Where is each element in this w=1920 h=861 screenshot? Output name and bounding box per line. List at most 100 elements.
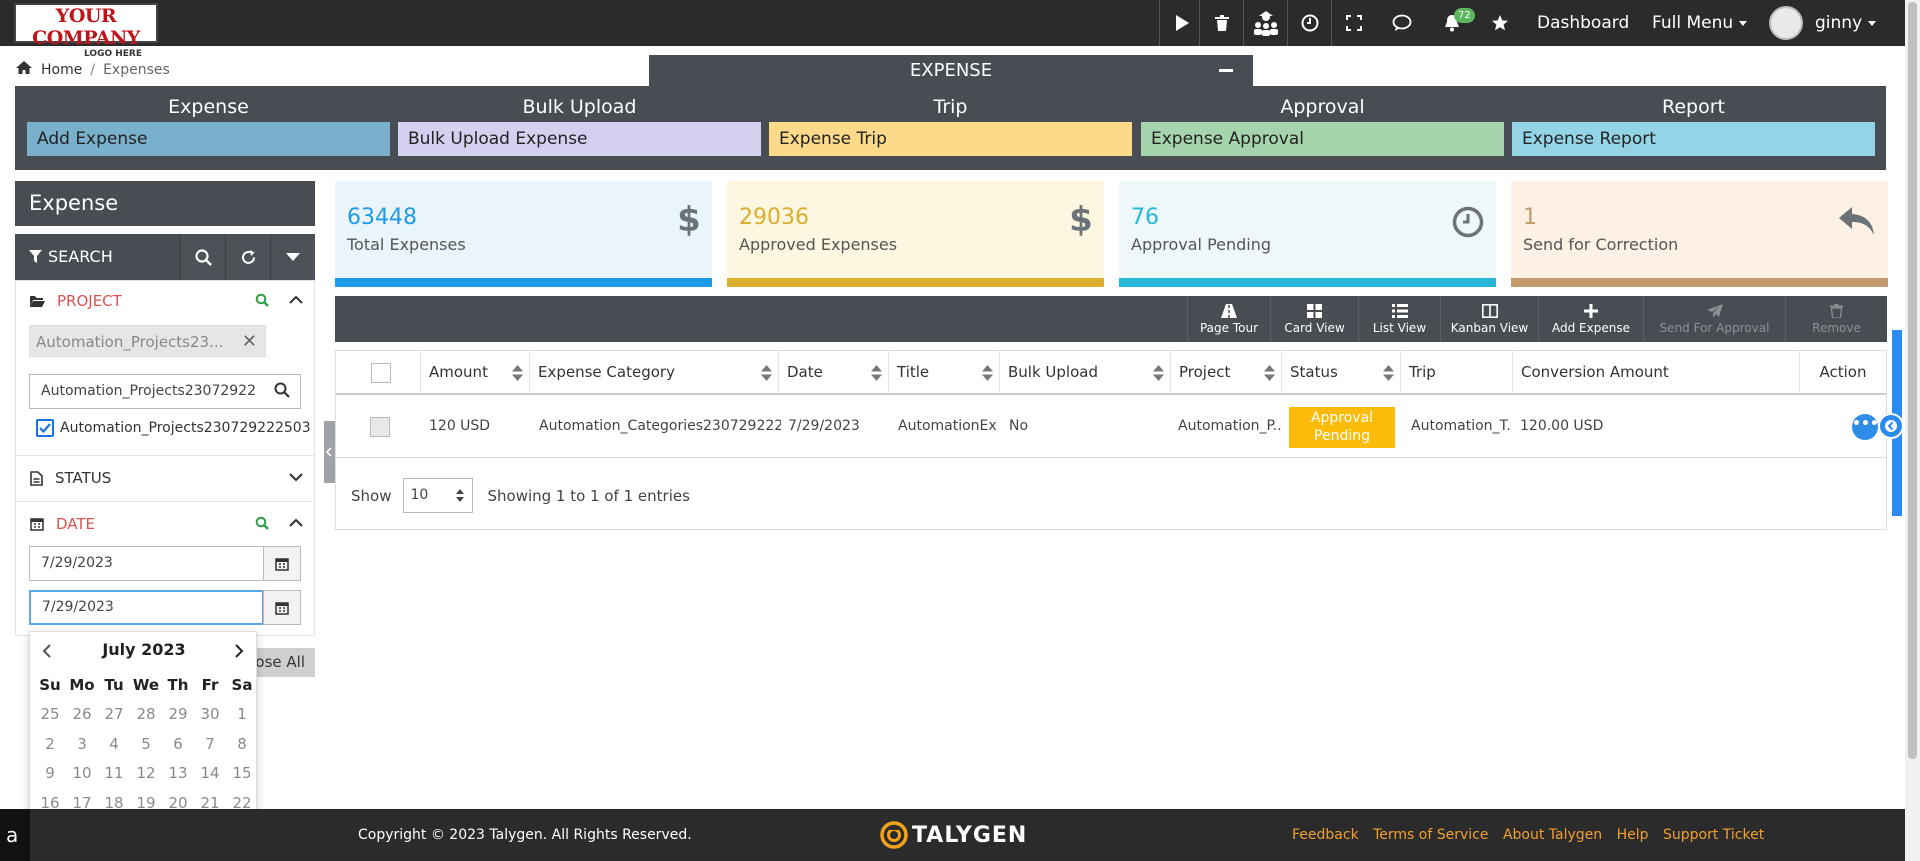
- kanban-view-button[interactable]: Kanban View: [1440, 296, 1538, 342]
- minimize-icon[interactable]: [1219, 69, 1233, 72]
- project-search-input[interactable]: Automation_Projects23072922: [29, 374, 301, 409]
- user-menu[interactable]: ginny: [1815, 0, 1877, 46]
- calendar-day[interactable]: 28: [130, 700, 162, 730]
- search-icon[interactable]: [255, 293, 269, 307]
- search-icon[interactable]: [255, 516, 269, 530]
- calendar-day[interactable]: 26: [66, 700, 98, 730]
- row-checkbox[interactable]: [370, 417, 390, 437]
- chevron-up-icon[interactable]: [289, 516, 303, 530]
- team-icon[interactable]: [1243, 0, 1287, 46]
- chevron-up-icon[interactable]: [289, 293, 303, 307]
- search-icon[interactable]: [274, 382, 290, 402]
- play-icon[interactable]: [1159, 0, 1203, 46]
- column-header-status[interactable]: Status: [1282, 351, 1401, 394]
- date-to-input[interactable]: 7/29/2023: [29, 590, 264, 625]
- calendar-day[interactable]: 12: [130, 759, 162, 789]
- remove-button[interactable]: Remove: [1785, 296, 1887, 342]
- star-icon[interactable]: [1478, 0, 1522, 46]
- clock-icon[interactable]: [1287, 0, 1331, 46]
- close-icon[interactable]: ✕: [242, 326, 257, 358]
- taskbar-app-icon[interactable]: a: [0, 809, 30, 861]
- calendar-day[interactable]: 29: [162, 700, 194, 730]
- date-filter-header[interactable]: DATE: [15, 502, 315, 546]
- card-view-button[interactable]: Card View: [1270, 296, 1358, 342]
- home-icon[interactable]: [15, 60, 33, 79]
- fullscreen-icon[interactable]: [1331, 0, 1375, 46]
- column-header-expense-category[interactable]: Expense Category: [530, 351, 779, 394]
- chat-icon[interactable]: [1380, 0, 1424, 46]
- sidebar-collapse-handle[interactable]: [324, 421, 335, 483]
- send-for-approval-button[interactable]: Send For Approval: [1643, 296, 1785, 342]
- search-options-toggle[interactable]: [270, 234, 315, 280]
- company-logo[interactable]: YOUR COMPANY LOGO HERE: [14, 3, 158, 59]
- full-menu-dropdown[interactable]: Full Menu: [1652, 0, 1748, 46]
- expense-approval-link[interactable]: Expense Approval: [1141, 122, 1504, 156]
- calendar-day[interactable]: 2: [34, 729, 66, 759]
- chevron-down-icon[interactable]: [289, 470, 303, 484]
- checkbox-checked[interactable]: [36, 419, 54, 437]
- column-header-trip[interactable]: Trip: [1401, 351, 1513, 394]
- calendar-day[interactable]: 14: [194, 759, 226, 789]
- project-filter-header[interactable]: PROJECT: [15, 279, 315, 323]
- approved-expenses-card[interactable]: 29036 Approved Expenses $: [727, 181, 1104, 287]
- calendar-day[interactable]: 11: [98, 759, 130, 789]
- select-all-checkbox[interactable]: [371, 363, 391, 383]
- calendar-day[interactable]: 30: [194, 700, 226, 730]
- calendar-day[interactable]: 9: [34, 759, 66, 789]
- page-size-select[interactable]: 10: [403, 478, 474, 513]
- search-button[interactable]: [180, 234, 225, 280]
- calendar-day[interactable]: 10: [66, 759, 98, 789]
- support-ticket-link[interactable]: Support Ticket: [1663, 827, 1764, 843]
- add-expense-button[interactable]: Add Expense: [1538, 296, 1643, 342]
- search-toggle[interactable]: SEARCH: [15, 234, 180, 280]
- calendar-day[interactable]: 15: [226, 759, 258, 789]
- column-header-bulk-upload[interactable]: Bulk Upload: [1000, 351, 1171, 394]
- bulk-upload-expense-link[interactable]: Bulk Upload Expense: [398, 122, 761, 156]
- approval-pending-card[interactable]: 76 Approval Pending: [1119, 181, 1496, 287]
- chevron-right-icon[interactable]: [234, 644, 244, 658]
- calendar-day[interactable]: 1: [226, 700, 258, 730]
- calendar-day[interactable]: 3: [66, 729, 98, 759]
- column-header-title[interactable]: Title: [889, 351, 1000, 394]
- calendar-day[interactable]: 8: [226, 729, 258, 759]
- scrollbar-thumb[interactable]: [1908, 2, 1917, 759]
- breadcrumb-home[interactable]: Home: [41, 62, 82, 78]
- expense-report-link[interactable]: Expense Report: [1512, 122, 1875, 156]
- calendar-month[interactable]: July 2023: [30, 640, 258, 664]
- add-expense-link[interactable]: Add Expense: [27, 122, 390, 156]
- list-view-button[interactable]: List View: [1358, 296, 1440, 342]
- column-header-project[interactable]: Project: [1171, 351, 1282, 394]
- row-action-button[interactable]: •••: [1852, 414, 1879, 440]
- calendar-day[interactable]: 25: [34, 700, 66, 730]
- page-tour-button[interactable]: Page Tour: [1187, 296, 1270, 342]
- terms-link[interactable]: Terms of Service: [1373, 827, 1488, 843]
- avatar[interactable]: [1769, 6, 1803, 40]
- cell-title[interactable]: AutomationEx...: [898, 395, 998, 457]
- calendar-day[interactable]: 13: [162, 759, 194, 789]
- calendar-day[interactable]: 27: [98, 700, 130, 730]
- trash-icon[interactable]: [1199, 0, 1243, 46]
- column-header-date[interactable]: Date: [779, 351, 889, 394]
- column-header-amount[interactable]: Amount: [421, 351, 530, 394]
- page-scrollbar[interactable]: [1905, 0, 1920, 861]
- status-filter-header[interactable]: STATUS: [15, 456, 315, 500]
- calendar-day[interactable]: 7: [194, 729, 226, 759]
- send-for-correction-card[interactable]: 1 Send for Correction: [1511, 181, 1888, 287]
- project-option[interactable]: Automation_Projects230729222503: [36, 419, 311, 437]
- date-to-calendar-button[interactable]: [263, 590, 301, 625]
- dashboard-link[interactable]: Dashboard: [1537, 0, 1629, 46]
- calendar-day[interactable]: 6: [162, 729, 194, 759]
- feedback-link[interactable]: Feedback: [1292, 827, 1359, 843]
- bell-icon[interactable]: 72: [1430, 0, 1475, 46]
- calendar-day[interactable]: 4: [98, 729, 130, 759]
- calendar-day[interactable]: 5: [130, 729, 162, 759]
- drawer-toggle-button[interactable]: [1878, 413, 1904, 439]
- refresh-button[interactable]: [225, 234, 270, 280]
- talygen-logo[interactable]: TALYGEN: [880, 821, 1027, 849]
- column-header-conversion-amount[interactable]: Conversion Amount: [1513, 351, 1800, 394]
- total-expenses-card[interactable]: 63448 Total Expenses $: [335, 181, 712, 287]
- date-from-calendar-button[interactable]: [263, 546, 301, 581]
- help-link[interactable]: Help: [1617, 827, 1649, 843]
- date-from-input[interactable]: 7/29/2023: [29, 546, 264, 581]
- about-link[interactable]: About Talygen: [1503, 827, 1602, 843]
